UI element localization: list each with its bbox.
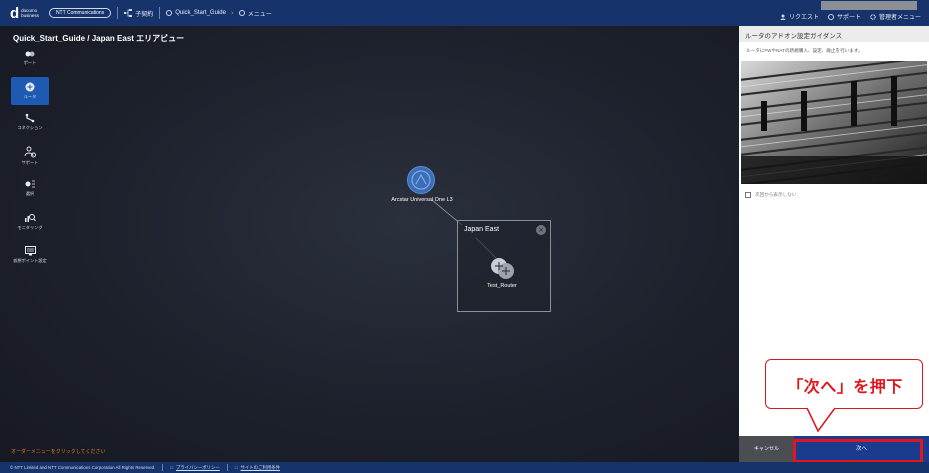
- select-icon: [25, 180, 35, 188]
- instruction-callout: 「次へ」を押下: [765, 359, 923, 409]
- gear-icon: [870, 13, 876, 20]
- router-node[interactable]: [488, 254, 516, 282]
- person-icon: [780, 14, 786, 20]
- router-icon: [491, 258, 514, 279]
- chevron-right-icon: ›: [230, 9, 234, 17]
- connection-icon: [25, 113, 35, 123]
- checkbox-label: 次回から表示しない: [755, 192, 797, 197]
- router-icon: [25, 82, 35, 92]
- callout-tail: [806, 407, 836, 433]
- sidebar-item-select[interactable]: 選択: [11, 180, 49, 202]
- copyright: © NTT Limited and NTT Communications Cor…: [10, 465, 156, 470]
- sidebar-item-support[interactable]: サポート: [11, 146, 49, 170]
- docomo-business-logo[interactable]: d docomo business: [10, 6, 39, 21]
- breadcrumb-menu[interactable]: メニュー: [238, 9, 272, 18]
- top-bar: d docomo business NTT Communications 子契約 …: [0, 0, 929, 26]
- guide-title: ルータのアドオン設定ガイダンス: [739, 26, 929, 42]
- footer: © NTT Limited and NTT Communications Cor…: [0, 462, 929, 473]
- privacy-policy-link[interactable]: プライバシーポリシー: [176, 465, 220, 471]
- breadcrumb-menu-label: メニュー: [247, 11, 272, 18]
- page-title: Quick_Start_Guide / Japan East エリアビュー: [13, 34, 185, 43]
- logo-mark: d: [10, 4, 20, 22]
- cloud-node[interactable]: [407, 166, 435, 194]
- admin-menu-link[interactable]: 管理者メニュー: [870, 12, 921, 21]
- support-icon: [827, 13, 834, 20]
- hierarchy-icon: [124, 9, 133, 17]
- dont-show-again-checkbox[interactable]: 次回から表示しない: [745, 192, 796, 198]
- guide-description: ルータにFWやNATの新規購入、設定、廃止を行います。: [746, 48, 863, 53]
- support-user-icon: [24, 146, 36, 158]
- header-links: リクエスト サポート 管理者メニュー: [780, 12, 921, 21]
- ntt-logo: NTT Communications: [48, 8, 112, 18]
- next-button[interactable]: 次へ: [794, 436, 929, 462]
- sidebar-item-virtual-point[interactable]: 仮想ポイント設定: [11, 246, 49, 270]
- cancel-button[interactable]: キャンセル: [739, 436, 794, 462]
- callout-text: 「次へ」を押下: [787, 377, 903, 396]
- router-node-label: Test_Router: [487, 283, 517, 289]
- external-link-icon: □: [170, 465, 173, 470]
- sidebar-item-router[interactable]: ルータ: [11, 77, 49, 105]
- menu-icon: [238, 10, 245, 16]
- sidebar-item-monitoring[interactable]: モニタリング: [11, 212, 49, 236]
- external-link-icon: □: [234, 465, 238, 470]
- project-icon: [166, 10, 173, 16]
- server-rack-image: [741, 61, 927, 184]
- contract-menu[interactable]: 子契約: [124, 9, 153, 18]
- breadcrumb-project-label: Quick_Start_Guide: [175, 10, 226, 16]
- divider: [226, 464, 228, 471]
- support-link[interactable]: サポート: [827, 12, 861, 21]
- divider: [162, 464, 164, 471]
- sidebar-item-port[interactable]: ポート: [11, 47, 49, 71]
- user-info-box: [821, 1, 917, 10]
- cloud-network-icon: [411, 170, 431, 190]
- logo-line-2: business: [21, 13, 39, 18]
- request-link[interactable]: リクエスト: [780, 12, 819, 21]
- cloud-node-label: Arcstar Universal One L3: [391, 197, 453, 203]
- divider: [117, 7, 119, 19]
- close-icon[interactable]: ×: [536, 225, 546, 235]
- area-view-canvas[interactable]: [0, 26, 739, 462]
- port-icon: [25, 51, 35, 57]
- breadcrumb-project[interactable]: Quick_Start_Guide: [166, 10, 226, 16]
- virtual-point-icon: [24, 246, 36, 256]
- contract-label: 子契約: [135, 11, 154, 18]
- sidebar-item-connection[interactable]: コネクション: [11, 113, 49, 137]
- terms-of-use-link[interactable]: サイトのご利用条件: [240, 465, 280, 471]
- checkbox-box[interactable]: [745, 192, 751, 198]
- monitoring-icon: [25, 214, 36, 222]
- region-title: Japan East: [464, 226, 500, 233]
- divider: [159, 7, 161, 19]
- order-menu-hint: オーダーメニューをクリックしてください: [11, 449, 106, 455]
